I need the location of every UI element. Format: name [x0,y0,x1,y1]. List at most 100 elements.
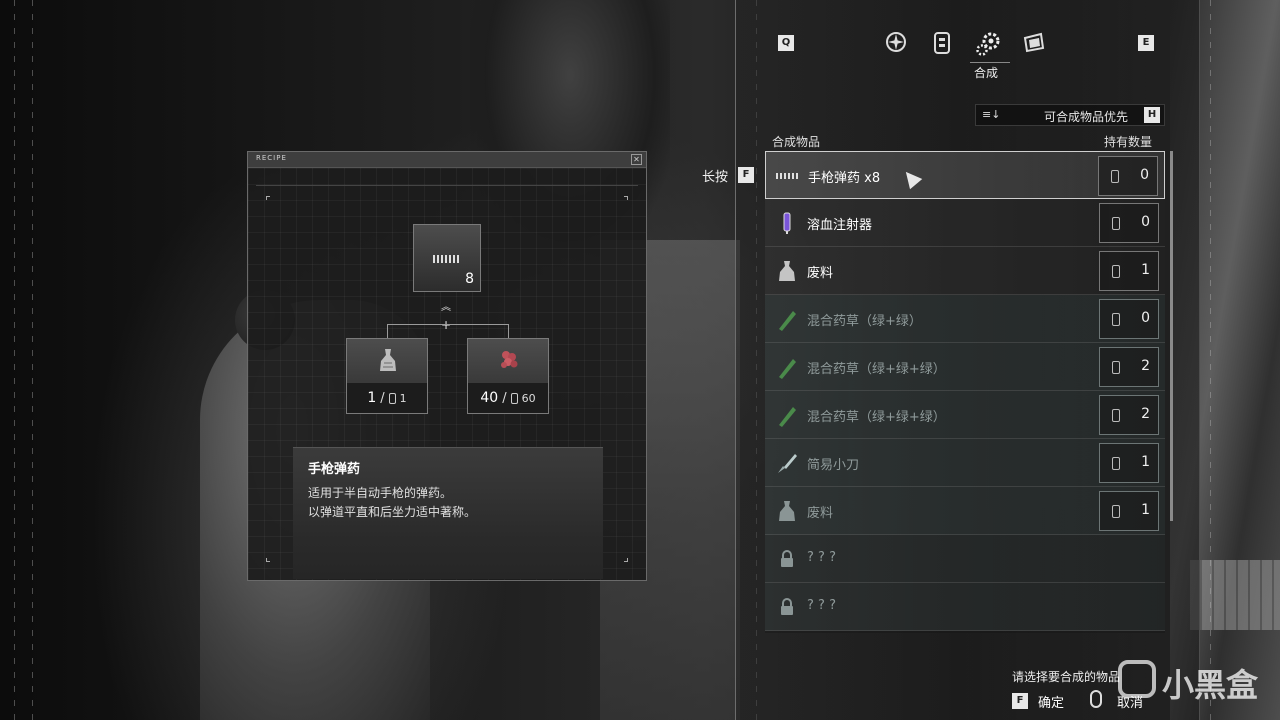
frame-corner [266,196,270,200]
hud-dash-line [1210,0,1211,720]
list-item-name: 混合药草（绿+绿+绿） [807,410,946,425]
list-item[interactable]: 混合药草（绿+绿+绿） 2 [765,343,1165,391]
herb-icon [779,311,796,331]
knife-icon [778,454,797,473]
owned-count: 1 [1141,502,1150,518]
list-item[interactable]: 混合药草（绿+绿+绿） 2 [765,391,1165,439]
lock-icon [781,598,793,615]
gunpowder-pellets-icon [501,351,518,368]
bag-icon [1112,457,1120,470]
injector-icon [783,212,791,234]
sort-toggle[interactable]: ≡↓ 可合成物品优先 H [975,104,1165,126]
hold-label: 长按 [702,170,729,185]
map-icon[interactable] [882,30,910,58]
bag-icon [1112,361,1120,374]
ingredient-owned: 40 [480,390,499,406]
owned-count-box: 2 [1099,347,1159,387]
recipe-connector [387,324,509,338]
list-item-locked: ? ? ? [765,583,1165,631]
column-header-item: 合成物品 [772,135,821,149]
confirm-key[interactable]: F [1012,693,1028,709]
owned-count-box: 1 [1099,251,1159,291]
column-header-owned: 持有数量 [1104,135,1153,149]
ingredient-count-bar: 40 / 60 [468,383,548,413]
list-item[interactable]: 简易小刀 1 [765,439,1165,487]
scrap-icon [779,261,795,281]
owned-count: 2 [1141,406,1150,422]
ammo-icon [433,255,461,263]
bag-icon [1112,409,1120,422]
ingredient-required: 60 [521,391,536,405]
owned-count-box: 0 [1099,203,1159,243]
list-item-name: 混合药草（绿+绿+绿） [807,362,946,377]
scrap-icon [380,349,396,371]
watermark-logo [1118,660,1156,698]
list-item-name: 混合药草（绿+绿） [807,314,922,329]
recipe-title: RECIPE [256,154,287,162]
hold-key[interactable]: F [738,167,754,183]
list-item-name: ? ? ? [807,550,836,565]
list-item[interactable]: 废料 1 [765,487,1165,535]
tab-craft-label[interactable]: 合成 [974,64,998,81]
ingredient-separator: / [502,390,507,406]
scrap-icon [779,501,795,521]
owned-count: 0 [1140,167,1149,183]
herb-icon [779,407,796,427]
bag-icon [1111,170,1119,183]
list-item-name: 溶血注射器 [807,218,873,233]
item-description: 手枪弹药 适用于半自动手枪的弹药。 以弹道平直和后坐力适中著称。 [293,447,603,579]
prev-tab-key[interactable]: Q [778,35,794,51]
bag-icon [510,392,518,404]
next-tab-key[interactable]: E [1138,35,1154,51]
description-title: 手枪弹药 [308,462,361,477]
owned-count-box: 0 [1099,299,1159,339]
hud-dash-line [14,0,15,720]
bag-icon [1112,505,1120,518]
owned-count-box: 1 [1099,443,1159,483]
result-item-tile: 8 [413,224,481,292]
confirm-label[interactable]: 确定 [1038,692,1064,711]
bag-icon [388,392,396,404]
ingredient-tile-scrap: 1 / 1 [346,338,428,414]
close-icon[interactable]: ✕ [631,154,642,165]
sort-label: 可合成物品优先 [1043,110,1128,124]
ingredient-separator: / [380,390,385,406]
list-item[interactable]: 混合药草（绿+绿） 0 [765,295,1165,343]
keyboard-prop [1190,560,1280,630]
list-item-name: 手枪弹药 x8 [808,171,881,186]
owned-count: 0 [1141,310,1150,326]
sort-key[interactable]: H [1144,107,1160,123]
list-item-name: ? ? ? [807,598,836,613]
inventory-icon[interactable] [1020,30,1048,58]
list-item[interactable]: 手枪弹药 x8 0 [765,151,1165,199]
list-scrollbar[interactable] [1170,151,1173,521]
owned-count: 1 [1141,262,1150,278]
ingredient-count-bar: 1 / 1 [347,383,427,413]
watermark-text: 小黑盒 [1162,666,1259,704]
list-item-locked: ? ? ? [765,535,1165,583]
bag-icon [1112,217,1120,230]
recipe-panel: RECIPE ✕ 8 ︽ + 1 / 1 40 / 60 手枪弹药 适用于半自动… [247,151,647,581]
craft-gears-icon[interactable] [974,30,1002,58]
description-line: 适用于半自动手枪的弹药。 [308,486,453,500]
sort-icon: ≡↓ [982,108,1001,121]
hud-dash-line [32,0,33,720]
herb-icon [779,359,796,379]
mouse-right-icon [1090,690,1102,708]
recipe-header: RECIPE ✕ [248,152,646,168]
list-item[interactable]: 废料 1 [765,247,1165,295]
list-item-name: 简易小刀 [807,458,860,473]
list-item-name: 废料 [807,266,834,281]
owned-count: 0 [1141,214,1150,230]
active-tab-underline [970,62,1010,63]
recipe-deco-strip [256,178,638,186]
bag-icon [1112,265,1120,278]
list-item[interactable]: 溶血注射器 0 [765,199,1165,247]
result-quantity: 8 [465,271,474,287]
chevron-up-icon: ︽ [441,302,451,313]
ammo-icon [776,164,800,188]
files-icon[interactable] [928,30,956,58]
ingredient-tile-gunpowder: 40 / 60 [467,338,549,414]
bag-icon [1112,313,1120,326]
list-item-name: 废料 [807,506,834,521]
